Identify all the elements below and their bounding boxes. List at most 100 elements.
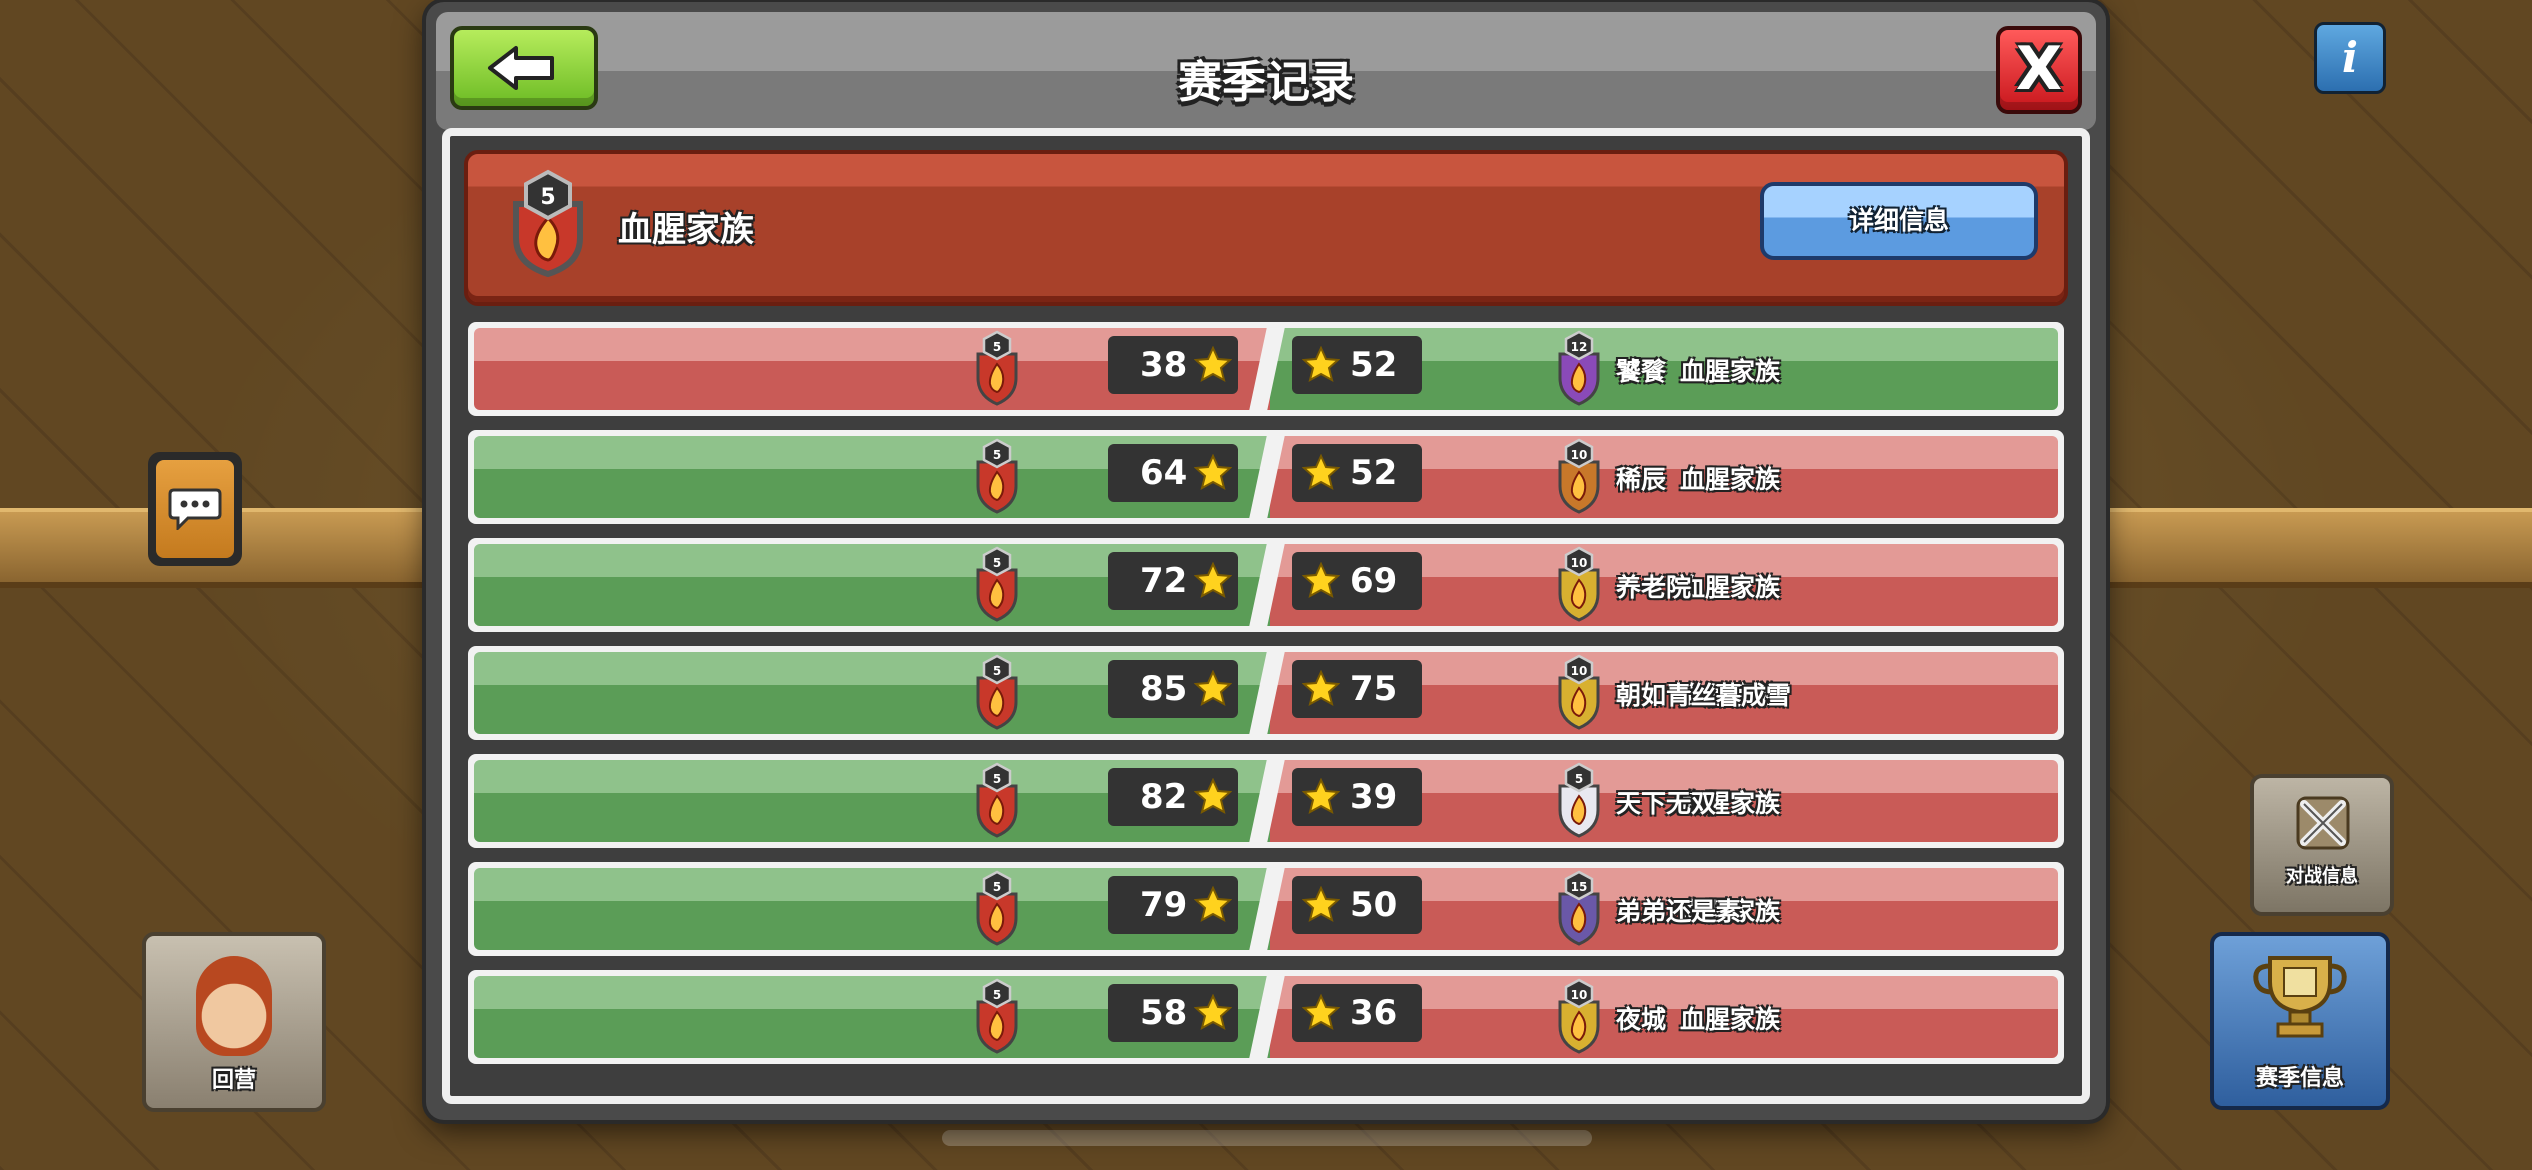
svg-text:12: 12 bbox=[1571, 340, 1588, 354]
opponent-clan-name: 养老院 bbox=[1616, 573, 1692, 602]
clan-badge-icon: 5 bbox=[513, 169, 583, 278]
war-record-row[interactable]: 血腥家族 5 64 52 10 稀辰 bbox=[468, 430, 2064, 524]
svg-text:5: 5 bbox=[1575, 772, 1583, 786]
return-home-label: 回营 bbox=[211, 1068, 256, 1093]
clan-badge-icon: 5 bbox=[976, 978, 1018, 1054]
war-record-row[interactable]: 血腥家族 5 85 75 10 朝如青丝暮成雪 bbox=[468, 646, 2064, 740]
trophy-icon bbox=[2253, 956, 2347, 1038]
season-record-panel: 赛季记录 X 5 血腥家族 详细信息 血腥家族 5 38 52 12 饕餮 血腥家族 5 64 5… bbox=[426, 2, 2106, 1120]
svg-text:10: 10 bbox=[1571, 664, 1588, 678]
info-button[interactable]: i bbox=[2314, 22, 2386, 94]
star-icon bbox=[1194, 562, 1232, 598]
own-stars: 85 bbox=[1108, 660, 1238, 718]
svg-text:10: 10 bbox=[1571, 556, 1588, 570]
battle-info-button[interactable]: 对战信息 bbox=[2250, 774, 2394, 916]
svg-text:10: 10 bbox=[1571, 448, 1588, 462]
clan-name: 血腥家族 bbox=[618, 210, 754, 250]
opponent-stars: 69 bbox=[1292, 552, 1422, 610]
season-info-label: 赛季信息 bbox=[2255, 1066, 2344, 1091]
war-record-row[interactable]: 血腥家族 5 79 50 15 弟弟还是素 bbox=[468, 862, 2064, 956]
war-record-list: 血腥家族 5 38 52 12 饕餮 血腥家族 5 64 52 10 稀辰 血腥家族 5 72 69 10 养老院… bbox=[468, 322, 2064, 1078]
own-stars: 79 bbox=[1108, 876, 1238, 934]
star-icon bbox=[1302, 346, 1340, 382]
star-icon bbox=[1194, 994, 1232, 1030]
chat-button[interactable] bbox=[148, 452, 242, 566]
star-icon bbox=[1194, 886, 1232, 922]
opponent-clan-name: 稀辰 bbox=[1616, 465, 1667, 494]
own-clan-name: 血腥家族 bbox=[1679, 1005, 1780, 1034]
chat-icon bbox=[168, 488, 222, 530]
star-icon bbox=[1302, 994, 1340, 1030]
battle-info-label: 对战信息 bbox=[2286, 866, 2358, 887]
clan-badge-icon: 5 bbox=[976, 330, 1018, 406]
own-clan-name: 血腥家族 bbox=[1679, 357, 1780, 386]
clan-badge-icon: 10 bbox=[1558, 654, 1600, 730]
svg-text:5: 5 bbox=[993, 772, 1001, 786]
svg-text:5: 5 bbox=[993, 988, 1001, 1002]
star-icon bbox=[1194, 454, 1232, 490]
own-stars: 82 bbox=[1108, 768, 1238, 826]
star-icon bbox=[1194, 346, 1232, 382]
close-button[interactable]: X bbox=[1996, 26, 2082, 114]
clan-badge-icon: 5 bbox=[976, 870, 1018, 946]
clan-badge-icon: 10 bbox=[1558, 546, 1600, 622]
star-icon bbox=[1194, 778, 1232, 814]
star-icon bbox=[1302, 454, 1340, 490]
own-clan-name: 血腥家族 bbox=[1679, 573, 1780, 602]
clan-badge-icon: 15 bbox=[1558, 870, 1600, 946]
star-icon bbox=[1302, 670, 1340, 706]
opponent-stars: 39 bbox=[1292, 768, 1422, 826]
clan-badge-icon: 5 bbox=[976, 438, 1018, 514]
clan-header: 5 血腥家族 详细信息 bbox=[464, 150, 2068, 306]
opponent-stars: 36 bbox=[1292, 984, 1422, 1042]
close-icon: X bbox=[2015, 34, 2063, 104]
villager-avatar bbox=[196, 956, 272, 1056]
star-icon bbox=[1302, 562, 1340, 598]
svg-text:10: 10 bbox=[1571, 988, 1588, 1002]
page-title: 赛季记录 bbox=[1178, 57, 1354, 108]
star-icon bbox=[1194, 670, 1232, 706]
clan-badge-icon: 5 bbox=[1558, 762, 1600, 838]
clan-badge-icon: 5 bbox=[976, 546, 1018, 622]
war-record-row[interactable]: 血腥家族 5 82 39 5 天下无双 bbox=[468, 754, 2064, 848]
opponent-stars: 52 bbox=[1292, 336, 1422, 394]
war-record-row[interactable]: 血腥家族 5 58 36 10 夜城 bbox=[468, 970, 2064, 1064]
svg-text:5: 5 bbox=[540, 185, 555, 210]
info-icon: i bbox=[2342, 33, 2358, 82]
star-icon bbox=[1302, 778, 1340, 814]
opponent-stars: 75 bbox=[1292, 660, 1422, 718]
background-wall-right bbox=[2102, 508, 2532, 588]
detail-info-button[interactable]: 详细信息 bbox=[1760, 182, 2038, 260]
own-stars: 64 bbox=[1108, 444, 1238, 502]
opponent-clan-name: 夜城 bbox=[1616, 1005, 1667, 1034]
own-stars: 38 bbox=[1108, 336, 1238, 394]
clan-badge-icon: 5 bbox=[976, 762, 1018, 838]
season-info-button[interactable]: 赛季信息 bbox=[2210, 932, 2390, 1110]
clan-badge-icon: 12 bbox=[1558, 330, 1600, 406]
svg-text:5: 5 bbox=[993, 340, 1001, 354]
svg-text:15: 15 bbox=[1571, 880, 1588, 894]
opponent-clan-name: 朝如青丝暮成雪 bbox=[1616, 681, 1792, 710]
own-stars: 72 bbox=[1108, 552, 1238, 610]
record-list-container: 5 血腥家族 详细信息 血腥家族 5 38 52 12 饕餮 血腥家族 5 64 52 10 稀辰 血腥… bbox=[442, 128, 2090, 1104]
clan-badge-icon: 5 bbox=[976, 654, 1018, 730]
war-record-row[interactable]: 血腥家族 5 72 69 10 养老院 bbox=[468, 538, 2064, 632]
opponent-stars: 52 bbox=[1292, 444, 1422, 502]
clan-badge-icon: 10 bbox=[1558, 438, 1600, 514]
opponent-clan-name: 饕餮 bbox=[1616, 357, 1667, 386]
opponent-stars: 50 bbox=[1292, 876, 1422, 934]
svg-text:5: 5 bbox=[993, 664, 1001, 678]
svg-text:5: 5 bbox=[993, 880, 1001, 894]
swords-icon bbox=[2296, 796, 2350, 850]
return-home-button[interactable]: 回营 bbox=[142, 932, 326, 1112]
opponent-clan-name: 天下无双 bbox=[1616, 789, 1717, 818]
clan-badge-icon: 10 bbox=[1558, 978, 1600, 1054]
svg-text:5: 5 bbox=[993, 448, 1001, 462]
scrollbar[interactable] bbox=[942, 1130, 1592, 1146]
own-stars: 58 bbox=[1108, 984, 1238, 1042]
own-clan-name: 血腥家族 bbox=[1679, 465, 1780, 494]
star-icon bbox=[1302, 886, 1340, 922]
war-record-row[interactable]: 血腥家族 5 38 52 12 饕餮 bbox=[468, 322, 2064, 416]
svg-text:5: 5 bbox=[993, 556, 1001, 570]
opponent-clan-name: 弟弟还是素 bbox=[1616, 897, 1742, 926]
